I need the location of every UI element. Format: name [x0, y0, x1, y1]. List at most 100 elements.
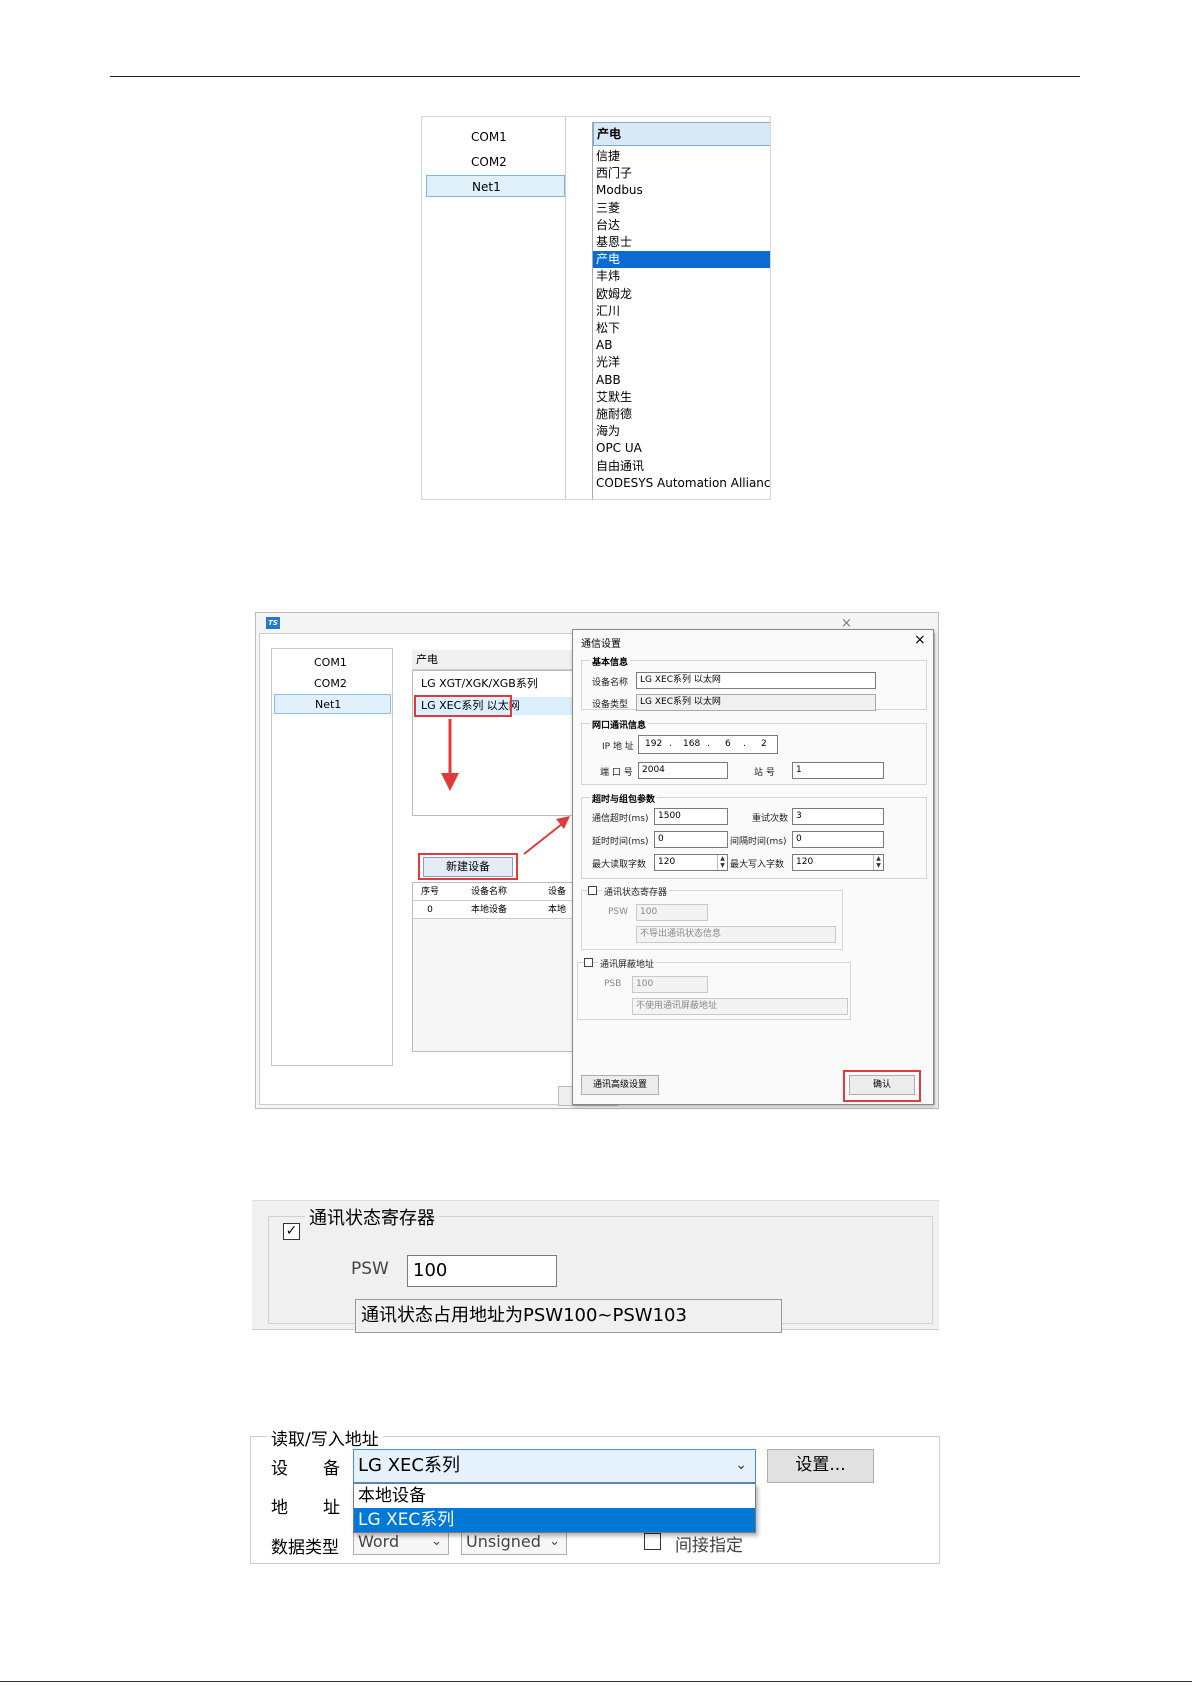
advanced-settings-button[interactable]: 通讯高级设置: [581, 1075, 659, 1095]
ip-dot: .: [743, 739, 746, 749]
brand-item[interactable]: 产电: [593, 251, 770, 269]
brand-item[interactable]: 三菱: [593, 200, 770, 217]
brand-item[interactable]: 西门子: [593, 165, 770, 182]
port-label: 端 口 号: [600, 768, 633, 778]
ip-octet-3: 6: [725, 739, 731, 749]
brand-item[interactable]: 台达: [593, 217, 770, 234]
max-read-label: 最大读取字数: [592, 860, 647, 870]
psw-label: PSW: [351, 1259, 389, 1279]
retry-label: 重试次数: [752, 814, 789, 824]
settings-button[interactable]: 设置...: [767, 1449, 874, 1483]
app-logo-icon: TS: [266, 617, 280, 629]
ip-address-input[interactable]: 192 . 168 . 6 . 2: [638, 735, 778, 754]
device-select[interactable]: LG XEC系列 ⌄: [353, 1449, 756, 1483]
port-item-com2[interactable]: COM2: [274, 674, 391, 694]
port-list: COM1 COM2 Net1: [422, 117, 566, 499]
max-read-value: 120: [658, 857, 676, 867]
ip-octet-2: 168: [683, 739, 701, 749]
station-label: 站 号: [754, 768, 775, 778]
port-item-net1[interactable]: Net1: [426, 175, 565, 197]
brand-item[interactable]: ABB: [593, 372, 770, 389]
spinner-icon[interactable]: ▲ ▼: [873, 855, 883, 870]
shield-address-title: 通讯屏蔽地址: [598, 957, 657, 970]
psw-occupancy-note: 通讯状态占用地址为PSW100~PSW103: [355, 1299, 782, 1333]
group-title: 基本信息: [590, 655, 631, 668]
col-index: 序号: [420, 887, 439, 897]
brand-item[interactable]: 艾默生: [593, 389, 770, 406]
psw-label: PSW: [608, 907, 629, 917]
device-brand-selector: COM1 COM2 Net1 产电 信捷 西门子 Modbus 三菱 台达 基恩士 产电 丰炜…: [421, 116, 771, 500]
delay-input[interactable]: 0: [654, 831, 728, 848]
chevron-down-icon: ⌄: [549, 1534, 560, 1549]
down-arrow-icon: [441, 719, 459, 791]
brand-list[interactable]: 产电 信捷 西门子 Modbus 三菱 台达 基恩士 产电 丰炜 欧姆龙 汇川 松下 AB 光洋 ABB 艾…: [592, 122, 770, 499]
comm-settings-screenshot: TS × COM1 COM2 Net1 产电 LG XGT/XGK/XGB系列 …: [255, 612, 939, 1109]
highlight-new-device: [418, 853, 518, 880]
brand-header[interactable]: 产电: [412, 650, 592, 670]
brand-item[interactable]: 光洋: [593, 354, 770, 371]
port-item-net1[interactable]: Net1: [274, 694, 391, 714]
chevron-down-icon: ⌄: [735, 1457, 747, 1473]
delay-label: 延时时间(ms): [592, 837, 649, 847]
brand-item[interactable]: 施耐德: [593, 406, 770, 423]
series-item[interactable]: LG XGT/XGK/XGB系列: [415, 675, 591, 693]
brand-item[interactable]: 信捷: [593, 148, 770, 165]
brand-item[interactable]: 海为: [593, 423, 770, 440]
brand-item[interactable]: Modbus: [593, 182, 770, 199]
dialog-close-icon[interactable]: ×: [914, 632, 926, 648]
comm-timeout-input[interactable]: 1500: [654, 808, 728, 825]
brand-item[interactable]: 丰炜: [593, 268, 770, 285]
device-table: 序号 设备名称 设备 0 本地设备 本地: [412, 882, 592, 1052]
ip-dot: .: [707, 739, 710, 749]
dropdown-option[interactable]: 本地设备: [354, 1484, 755, 1508]
sign-value: Unsigned: [466, 1532, 541, 1551]
status-register-group: 通讯状态寄存器 PSW 100 不导出通讯状态信息: [581, 885, 843, 950]
brand-item[interactable]: 自由通讯: [593, 458, 770, 475]
psw-input[interactable]: 100: [636, 904, 708, 921]
page-header-rule: [110, 76, 1080, 77]
retry-input[interactable]: 3: [792, 808, 884, 825]
panel-title: 读取/写入地址: [267, 1425, 383, 1450]
port-input[interactable]: 2004: [638, 762, 728, 779]
brand-item[interactable]: 基恩士: [593, 234, 770, 251]
max-write-stepper[interactable]: 120 ▲ ▼: [792, 854, 884, 871]
device-name-input[interactable]: LG XEC系列 以太网: [636, 672, 876, 689]
comm-settings-dialog: 通信设置 × 基本信息 设备名称 LG XEC系列 以太网 设备类型 LG XE…: [572, 629, 934, 1105]
checkmark-icon[interactable]: ✓: [283, 1223, 300, 1240]
interval-input[interactable]: 0: [792, 831, 884, 848]
chevron-down-icon: ⌄: [431, 1534, 442, 1549]
brand-dropdown-header[interactable]: 产电: [593, 122, 770, 146]
dropdown-option-selected[interactable]: LG XEC系列: [354, 1508, 755, 1532]
psb-input[interactable]: 100: [632, 976, 708, 993]
table-row[interactable]: 0 本地设备 本地: [413, 901, 591, 919]
status-register-title: 通讯状态寄存器: [305, 1204, 439, 1230]
spinner-icon[interactable]: ▲ ▼: [717, 855, 727, 870]
status-register-zoom: ✓ 通讯状态寄存器 PSW 100 通讯状态占用地址为PSW100~PSW103: [252, 1200, 939, 1333]
station-input[interactable]: 1: [792, 762, 884, 779]
brand-item[interactable]: 汇川: [593, 303, 770, 320]
psw-input[interactable]: 100: [407, 1255, 557, 1287]
net-info-group: 网口通讯信息 IP 地 址 192 . 168 . 6 . 2 端 口 号 20…: [581, 718, 927, 785]
port-item-com2[interactable]: COM2: [426, 151, 565, 173]
status-register-frame: ✓ 通讯状态寄存器 PSW 100 通讯状态占用地址为PSW100~PSW103: [268, 1204, 933, 1333]
ip-octet-1: 192: [645, 739, 663, 749]
brand-item[interactable]: OPC UA: [593, 440, 770, 457]
brand-item[interactable]: 松下: [593, 320, 770, 337]
brand-item[interactable]: AB: [593, 337, 770, 354]
brand-item[interactable]: 欧姆龙: [593, 286, 770, 303]
indirect-label: 间接指定: [675, 1536, 743, 1556]
psb-note: 不使用通讯屏蔽地址: [632, 998, 848, 1015]
port-item-com1[interactable]: COM1: [274, 653, 391, 673]
device-dropdown-list: 本地设备 LG XEC系列: [353, 1483, 756, 1533]
port-item-com1[interactable]: COM1: [426, 126, 565, 148]
shield-address-checkbox[interactable]: [584, 958, 593, 967]
datatype-value: Word: [358, 1532, 400, 1551]
indirect-checkbox[interactable]: [644, 1533, 661, 1550]
highlight-series-box: [414, 695, 512, 717]
max-read-stepper[interactable]: 120 ▲ ▼: [654, 854, 728, 871]
cell-device: 本地: [547, 905, 566, 915]
status-register-checkbox[interactable]: [588, 886, 597, 895]
col-device: 设备: [547, 887, 566, 897]
brand-item[interactable]: CODESYS Automation Alliance: [593, 475, 770, 492]
ip-octet-4: 2: [761, 739, 767, 749]
